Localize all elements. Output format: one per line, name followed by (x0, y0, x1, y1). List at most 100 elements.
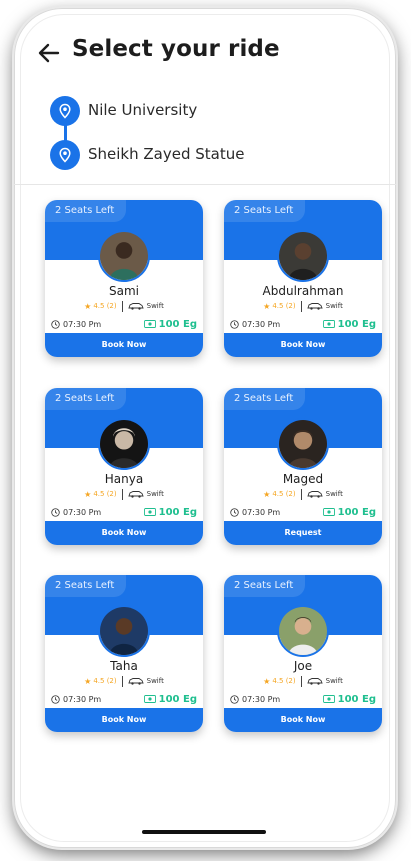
phone-frame: Select your ride Nile University Sheikh … (14, 8, 396, 848)
star-icon: ★ (263, 489, 271, 499)
ride-price: 100 Eg (143, 693, 197, 705)
ride-details: 07:30 Pm 100 Eg (230, 505, 376, 519)
price-text: 100 Eg (158, 693, 197, 705)
departure-time: 07:30 Pm (51, 695, 101, 704)
location-pin-icon (50, 140, 80, 170)
clock-icon (51, 319, 60, 329)
ride-card[interactable]: 2 Seats Left Hanya ★ 4.5 (2) Swift 07:30… (45, 388, 203, 545)
star-icon: ★ (84, 676, 92, 686)
driver-meta: ★ 4.5 (2) Swift (45, 488, 203, 500)
price-text: 100 Eg (337, 506, 376, 518)
car-model: Swift (146, 302, 164, 310)
driver-avatar (98, 418, 150, 470)
driver-avatar (277, 418, 329, 470)
car-model: Swift (146, 677, 164, 685)
seats-badge: 2 Seats Left (224, 575, 306, 597)
driver-meta: ★ 4.5 (2) Swift (45, 675, 203, 687)
ride-card[interactable]: 2 Seats Left Abdulrahman ★ 4.5 (2) Swift… (224, 200, 382, 357)
star-icon: ★ (84, 489, 92, 499)
driver-name: Joe (293, 659, 313, 673)
ride-card[interactable]: 2 Seats Left Taha ★ 4.5 (2) Swift 07:30 … (45, 575, 203, 732)
driver-rating: 4.5 (2) (93, 490, 117, 498)
price-text: 100 Eg (158, 506, 197, 518)
driver-meta: ★ 4.5 (2) Swift (224, 488, 382, 500)
book-now-button[interactable]: Book Now (45, 521, 203, 545)
time-text: 07:30 Pm (63, 319, 102, 329)
star-icon: ★ (84, 301, 92, 311)
clock-icon (230, 507, 239, 517)
departure-time: 07:30 Pm (230, 320, 280, 329)
origin-label: Nile University (88, 101, 198, 119)
price-text: 100 Eg (337, 318, 376, 330)
car-model: Swift (325, 490, 343, 498)
cash-icon (143, 695, 156, 703)
clock-icon (230, 319, 239, 329)
route-summary: Nile University Sheikh Zayed Statue (50, 96, 380, 180)
car-model: Swift (146, 490, 164, 498)
request-button[interactable]: Request (224, 521, 382, 545)
divider (121, 300, 123, 312)
time-text: 07:30 Pm (63, 694, 102, 704)
cash-icon (322, 695, 335, 703)
book-now-button[interactable]: Book Now (224, 333, 382, 357)
divider (121, 488, 123, 500)
cash-icon (322, 320, 335, 328)
driver-name: Abdulrahman (262, 284, 344, 298)
departure-time: 07:30 Pm (230, 508, 280, 517)
time-text: 07:30 Pm (63, 507, 102, 517)
ride-card[interactable]: 2 Seats Left Maged ★ 4.5 (2) Swift 07:30… (224, 388, 382, 545)
driver-meta: ★ 4.5 (2) Swift (224, 675, 382, 687)
car-model: Swift (325, 677, 343, 685)
divider (300, 488, 302, 500)
time-text: 07:30 Pm (242, 319, 281, 329)
ride-price: 100 Eg (143, 506, 197, 518)
ride-details: 07:30 Pm 100 Eg (51, 505, 197, 519)
home-indicator[interactable] (142, 830, 266, 834)
ride-price: 100 Eg (322, 506, 376, 518)
seats-badge: 2 Seats Left (224, 200, 306, 222)
cash-icon (322, 508, 335, 516)
driver-rating: 4.5 (2) (272, 677, 296, 685)
ride-details: 07:30 Pm 100 Eg (230, 692, 376, 706)
driver-rating: 4.5 (2) (272, 490, 296, 498)
driver-name: Hanya (104, 472, 144, 486)
driver-avatar (277, 230, 329, 282)
ride-details: 07:30 Pm 100 Eg (51, 692, 197, 706)
page-title: Select your ride (72, 36, 280, 62)
seats-badge: 2 Seats Left (224, 388, 306, 410)
driver-name: Sami (109, 284, 139, 298)
seats-badge: 2 Seats Left (45, 575, 127, 597)
book-now-button[interactable]: Book Now (45, 333, 203, 357)
driver-avatar (277, 605, 329, 657)
book-now-button[interactable]: Book Now (45, 708, 203, 732)
ride-card[interactable]: 2 Seats Left Joe ★ 4.5 (2) Swift 07:30 P… (224, 575, 382, 732)
clock-icon (51, 694, 60, 704)
driver-rating: 4.5 (2) (272, 302, 296, 310)
departure-time: 07:30 Pm (51, 508, 101, 517)
driver-name: Maged (282, 472, 324, 486)
driver-meta: ★ 4.5 (2) Swift (45, 300, 203, 312)
ride-card[interactable]: 2 Seats Left Sami ★ 4.5 (2) Swift 07:30 … (45, 200, 203, 357)
cash-icon (143, 508, 156, 516)
price-text: 100 Eg (337, 693, 376, 705)
star-icon: ★ (263, 301, 271, 311)
driver-meta: ★ 4.5 (2) Swift (224, 300, 382, 312)
back-button[interactable] (38, 42, 60, 64)
cash-icon (143, 320, 156, 328)
car-icon (128, 678, 144, 685)
arrow-left-icon (38, 43, 60, 63)
clock-icon (51, 507, 60, 517)
car-model: Swift (325, 302, 343, 310)
departure-time: 07:30 Pm (230, 695, 280, 704)
header: Select your ride Nile University Sheikh … (14, 8, 396, 185)
car-icon (307, 303, 323, 310)
book-now-button[interactable]: Book Now (224, 708, 382, 732)
divider (121, 675, 123, 687)
car-icon (307, 678, 323, 685)
car-icon (128, 303, 144, 310)
time-text: 07:30 Pm (242, 694, 281, 704)
car-icon (307, 491, 323, 498)
price-text: 100 Eg (158, 318, 197, 330)
ride-price: 100 Eg (322, 318, 376, 330)
ride-price: 100 Eg (322, 693, 376, 705)
